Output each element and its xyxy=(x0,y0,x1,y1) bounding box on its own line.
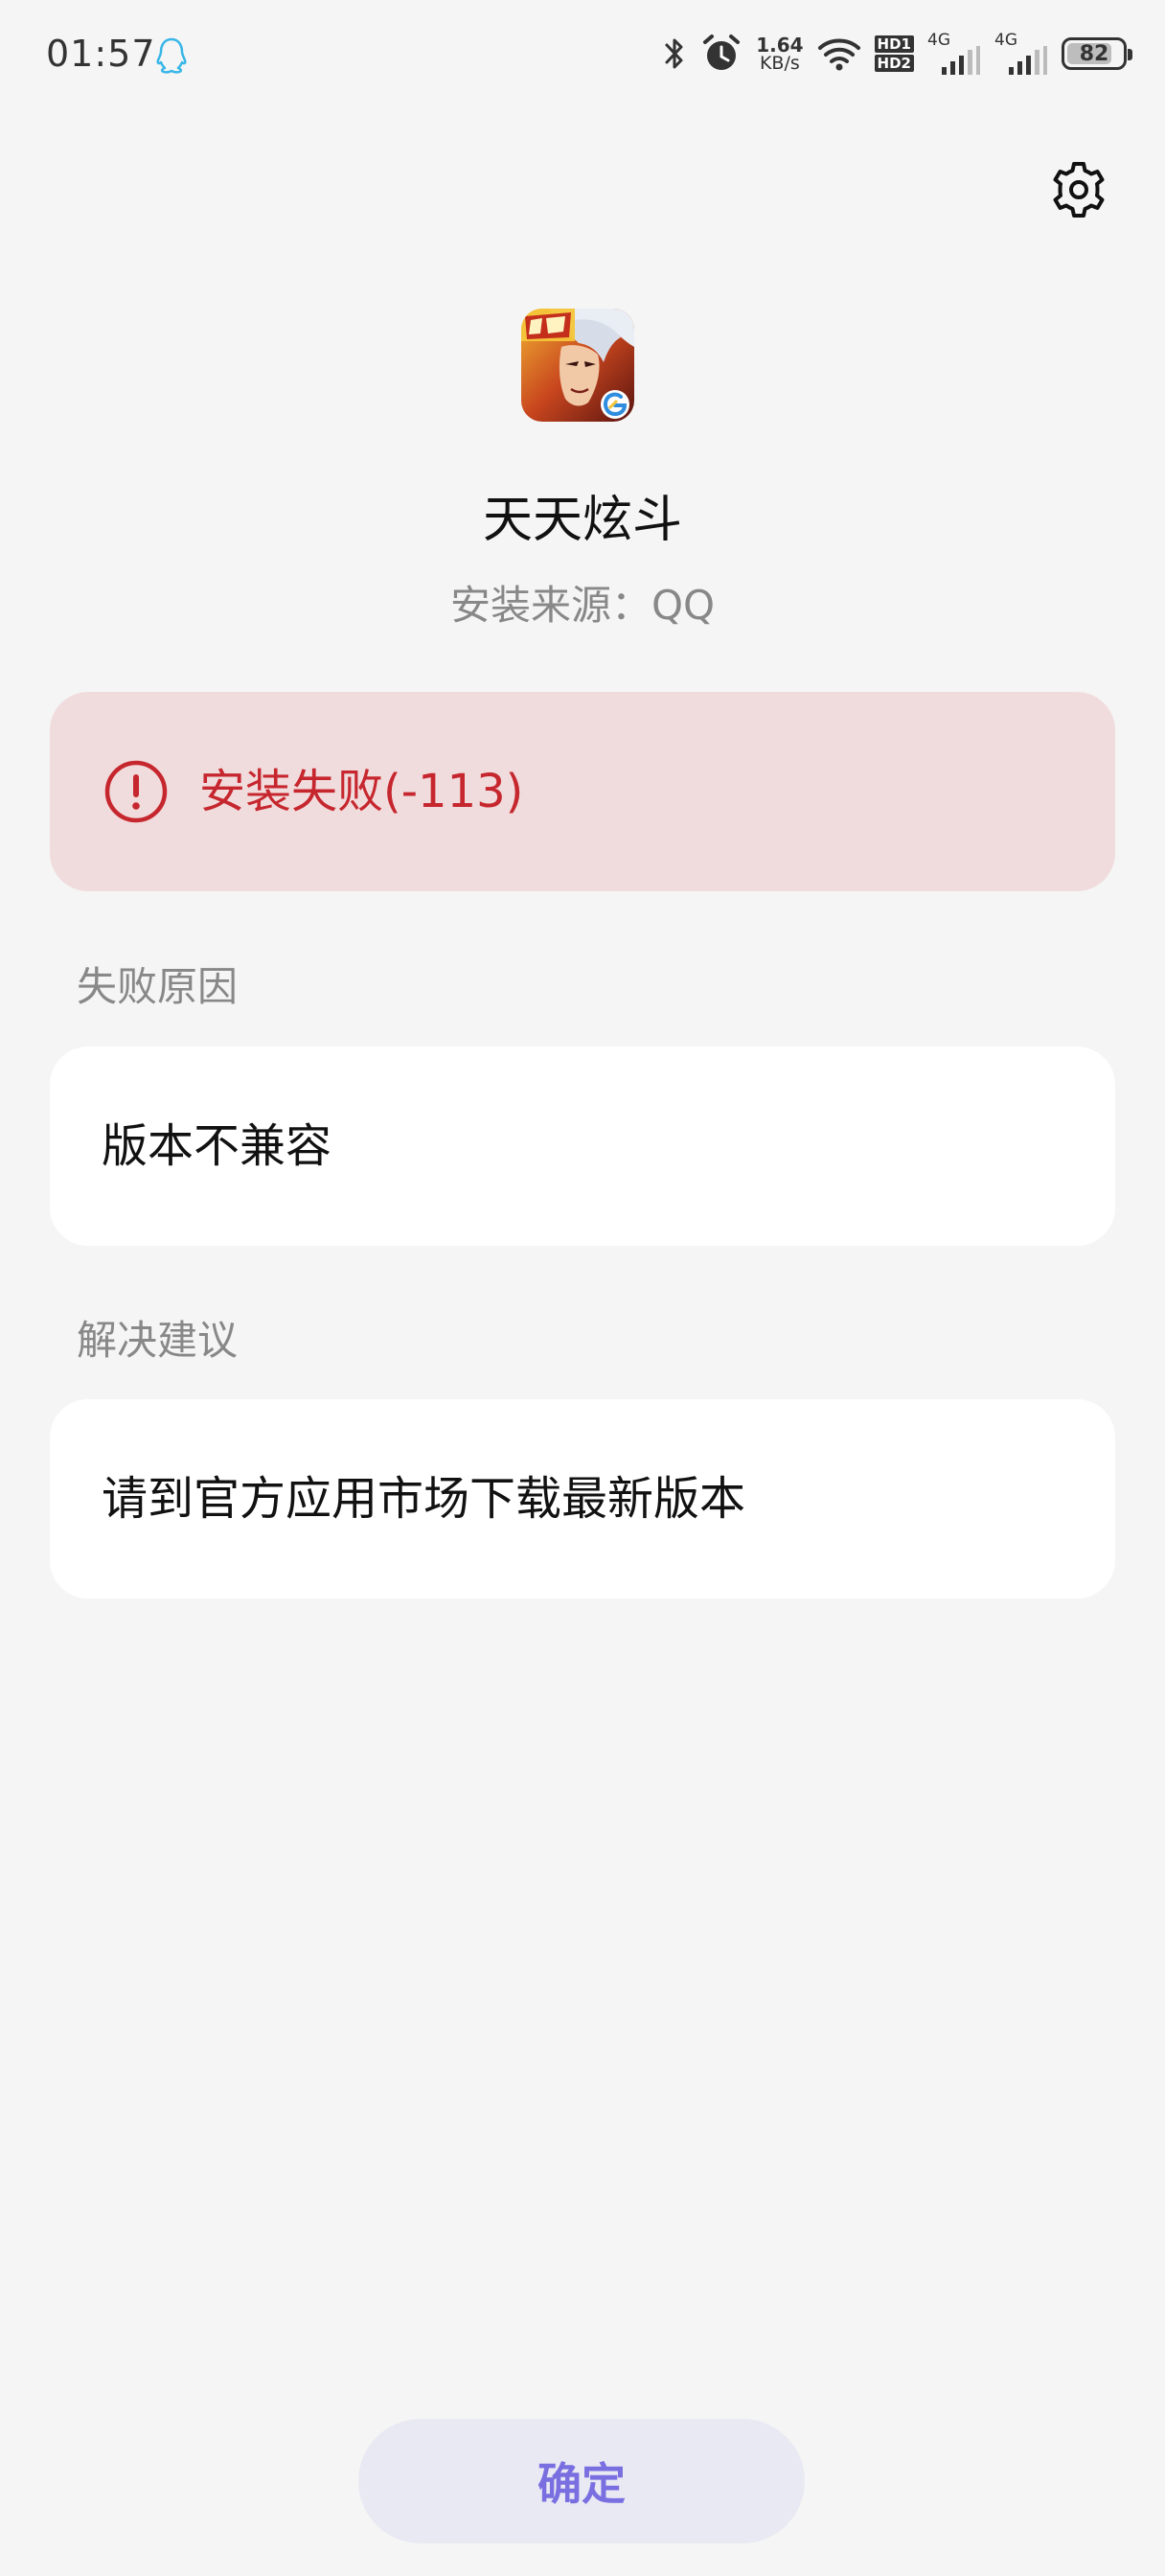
confirm-button[interactable]: 确定 xyxy=(358,2419,805,2543)
qq-notification-icon xyxy=(156,37,187,74)
sim1-signal: 4G xyxy=(927,33,981,75)
app-name: 天天炫斗 xyxy=(482,492,682,549)
alarm-clock-icon xyxy=(703,34,741,70)
suggestion-label: 解决建议 xyxy=(77,1317,239,1364)
hd-voice-badge: HD1 HD2 xyxy=(874,35,914,72)
hd1-badge: HD1 xyxy=(874,35,914,53)
suggestion-text: 请到官方应用市场下载最新版本 xyxy=(102,1472,746,1526)
suggestion-card: 请到官方应用市场下载最新版本 xyxy=(50,1399,1115,1598)
failure-reason-text: 版本不兼容 xyxy=(102,1119,332,1173)
game-icon xyxy=(521,309,634,422)
failure-reason-card: 版本不兼容 xyxy=(50,1046,1115,1246)
wifi-icon xyxy=(817,38,860,71)
settings-button[interactable] xyxy=(1044,155,1113,224)
error-alert-icon xyxy=(104,760,168,823)
network-speed: 1.64 KB/s xyxy=(756,35,803,73)
install-error-message: 安装失败(-113) xyxy=(199,765,524,818)
install-error-card: 安装失败(-113) xyxy=(50,692,1115,891)
signal-bars-icon xyxy=(1009,46,1047,75)
network-speed-value: 1.64 xyxy=(756,33,804,57)
bluetooth-icon xyxy=(665,38,683,69)
signal-bars-icon xyxy=(942,46,980,75)
failure-reason-label: 失败原因 xyxy=(77,963,239,1010)
gear-icon xyxy=(1053,162,1105,218)
status-bar: 01:57 1.64 KB/s HD1 HD2 4G 4G 82 xyxy=(0,0,1165,105)
sim2-signal: 4G xyxy=(994,33,1048,75)
install-source: 安装来源：QQ xyxy=(449,582,716,629)
network-speed-unit: KB/s xyxy=(759,52,800,74)
status-icons: 1.64 KB/s HD1 HD2 4G 4G 82 xyxy=(662,27,1132,80)
status-time: 01:57 xyxy=(46,33,156,75)
hd2-badge: HD2 xyxy=(874,55,914,72)
battery-indicator: 82 xyxy=(1062,37,1132,70)
app-icon xyxy=(521,309,634,422)
battery-level: 82 xyxy=(1079,41,1109,66)
